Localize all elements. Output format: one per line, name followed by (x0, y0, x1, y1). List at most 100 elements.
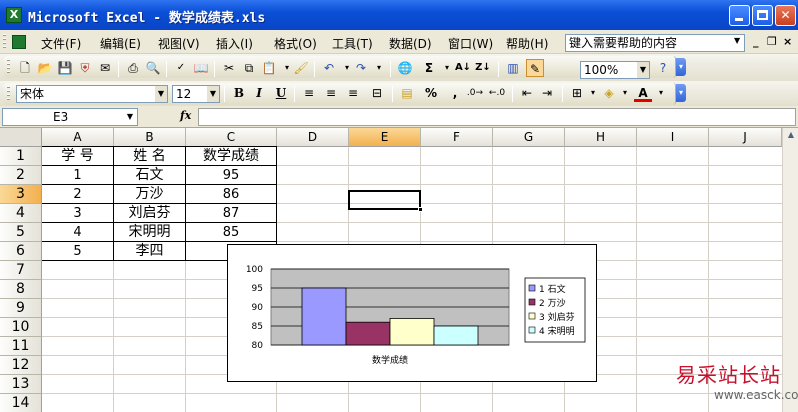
toolbar-options-icon[interactable]: ▾ (676, 84, 686, 102)
help-dropdown-icon[interactable]: ▼ (734, 36, 740, 45)
font-color-dropdown-icon[interactable]: ▾ (652, 84, 670, 102)
menu-format[interactable]: 格式(O) (274, 35, 317, 52)
row-header-5[interactable]: 5 (0, 223, 42, 242)
cell-a1[interactable]: 学 号 (42, 147, 113, 166)
increase-indent-icon[interactable]: ⇥ (538, 84, 556, 102)
email-icon[interactable]: ✉ (96, 59, 114, 77)
row-header-8[interactable]: 8 (0, 280, 42, 299)
menu-grip[interactable] (3, 34, 6, 50)
cell-c3[interactable]: 86 (186, 185, 276, 204)
workbook-icon[interactable] (12, 35, 26, 49)
close-button[interactable]: ✕ (775, 5, 796, 26)
cell-a6[interactable]: 5 (42, 242, 113, 261)
open-icon[interactable]: 📂 (36, 59, 54, 77)
column-header-e[interactable]: E (349, 128, 421, 147)
menu-file[interactable]: 文件(F) (41, 35, 81, 52)
row-header-12[interactable]: 12 (0, 356, 42, 375)
spelling-icon[interactable]: ✓ (172, 59, 190, 77)
name-box[interactable]: E3 ▼ (2, 108, 138, 126)
maximize-button[interactable] (752, 5, 773, 26)
cell-b6[interactable]: 李四 (114, 242, 185, 261)
align-center-icon[interactable]: ≡ (322, 84, 340, 102)
zoom-select[interactable]: 100% ▼ (580, 61, 650, 79)
doc-close-button[interactable]: × (783, 35, 792, 48)
minimize-button[interactable] (729, 5, 750, 26)
row-header-1[interactable]: 1 (0, 147, 42, 166)
zoom-dropdown-icon[interactable]: ▼ (637, 62, 649, 78)
toolbar-grip[interactable] (7, 59, 10, 75)
doc-minimize-button[interactable]: _ (753, 35, 759, 48)
print-preview-icon[interactable]: 🔍 (144, 59, 162, 77)
column-header-i[interactable]: I (637, 128, 709, 147)
row-header-9[interactable]: 9 (0, 299, 42, 318)
row-header-14[interactable]: 14 (0, 394, 42, 412)
bold-button[interactable]: B (230, 84, 248, 102)
row-header-10[interactable]: 10 (0, 318, 42, 337)
help-icon[interactable]: ? (654, 59, 672, 77)
redo-dropdown-icon[interactable]: ▾ (370, 59, 388, 77)
column-header-b[interactable]: B (114, 128, 186, 147)
font-select[interactable]: 宋体 ▼ (16, 85, 168, 103)
column-header-a[interactable]: A (42, 128, 114, 147)
cell-c1[interactable]: 数学成绩 (186, 147, 276, 166)
cell-a2[interactable]: 1 (42, 166, 113, 185)
column-header-d[interactable]: D (277, 128, 349, 147)
cell-a3[interactable]: 2 (42, 185, 113, 204)
column-header-j[interactable]: J (709, 128, 782, 147)
drawing-icon[interactable]: ✎ (526, 59, 544, 77)
save-icon[interactable]: 💾 (56, 59, 74, 77)
merge-center-icon[interactable]: ⊟ (368, 84, 386, 102)
select-all-button[interactable] (0, 128, 42, 147)
undo-icon[interactable]: ↶ (320, 59, 338, 77)
row-header-6[interactable]: 6 (0, 242, 42, 261)
autosum-icon[interactable]: Σ (420, 59, 438, 77)
menu-edit[interactable]: 编辑(E) (100, 35, 141, 52)
menu-window[interactable]: 窗口(W) (448, 35, 493, 52)
toolbar-options-icon[interactable]: ▾ (676, 58, 686, 76)
permission-icon[interactable]: ⛨ (76, 59, 94, 77)
cell-c5[interactable]: 85 (186, 223, 276, 242)
align-left-icon[interactable]: ≡ (300, 84, 318, 102)
cell-b1[interactable]: 姓 名 (114, 147, 185, 166)
print-icon[interactable]: ⎙ (124, 59, 142, 77)
cell-b4[interactable]: 刘启芬 (114, 204, 185, 223)
format-painter-icon[interactable]: 🖌 (292, 59, 310, 77)
redo-icon[interactable]: ↷ (352, 59, 370, 77)
fill-handle[interactable] (418, 207, 423, 212)
cut-icon[interactable]: ✂ (220, 59, 238, 77)
font-color-icon[interactable]: A (634, 84, 652, 102)
row-header-13[interactable]: 13 (0, 375, 42, 394)
title-bar[interactable]: X Microsoft Excel - 数学成绩表.xls ✕ (0, 0, 798, 30)
row-header-4[interactable]: 4 (0, 204, 42, 223)
align-right-icon[interactable]: ≡ (344, 84, 362, 102)
row-header-11[interactable]: 11 (0, 337, 42, 356)
paste-icon[interactable]: 📋 (260, 59, 278, 77)
cell-b5[interactable]: 宋明明 (114, 223, 185, 242)
insert-function-button[interactable]: fx (180, 109, 191, 122)
sort-descending-icon[interactable]: Z↓ (474, 59, 492, 77)
percent-button[interactable]: % (422, 84, 440, 102)
row-header-2[interactable]: 2 (0, 166, 42, 185)
font-size-dropdown-icon[interactable]: ▼ (207, 86, 219, 102)
cell-b3[interactable]: 万沙 (114, 185, 185, 204)
selected-cell-e3[interactable] (348, 190, 421, 210)
font-size-select[interactable]: 12 ▼ (172, 85, 220, 103)
italic-button[interactable]: I (250, 84, 268, 102)
embedded-chart[interactable]: 80 85 90 95 100 数学成绩 1 石文 2 万沙 3 刘启芬 4 宋明明 (227, 244, 597, 382)
cell-c2[interactable]: 95 (186, 166, 276, 185)
underline-button[interactable]: U (272, 84, 290, 102)
copy-icon[interactable]: ⧉ (240, 59, 258, 77)
formula-input[interactable] (198, 108, 796, 126)
cell-a5[interactable]: 4 (42, 223, 113, 242)
comma-button[interactable]: , (446, 84, 464, 102)
hyperlink-icon[interactable]: 🌐 (396, 59, 414, 77)
research-icon[interactable]: 📖 (192, 59, 210, 77)
currency-icon[interactable]: ▤ (398, 84, 416, 102)
vertical-scrollbar[interactable]: ▲ (782, 128, 798, 412)
cell-c4[interactable]: 87 (186, 204, 276, 223)
chart-wizard-icon[interactable]: ▥ (504, 59, 522, 77)
scroll-up-icon[interactable]: ▲ (785, 130, 797, 144)
column-header-c[interactable]: C (186, 128, 277, 147)
font-dropdown-icon[interactable]: ▼ (155, 86, 167, 102)
help-search-input[interactable]: 键入需要帮助的内容 (565, 34, 745, 52)
